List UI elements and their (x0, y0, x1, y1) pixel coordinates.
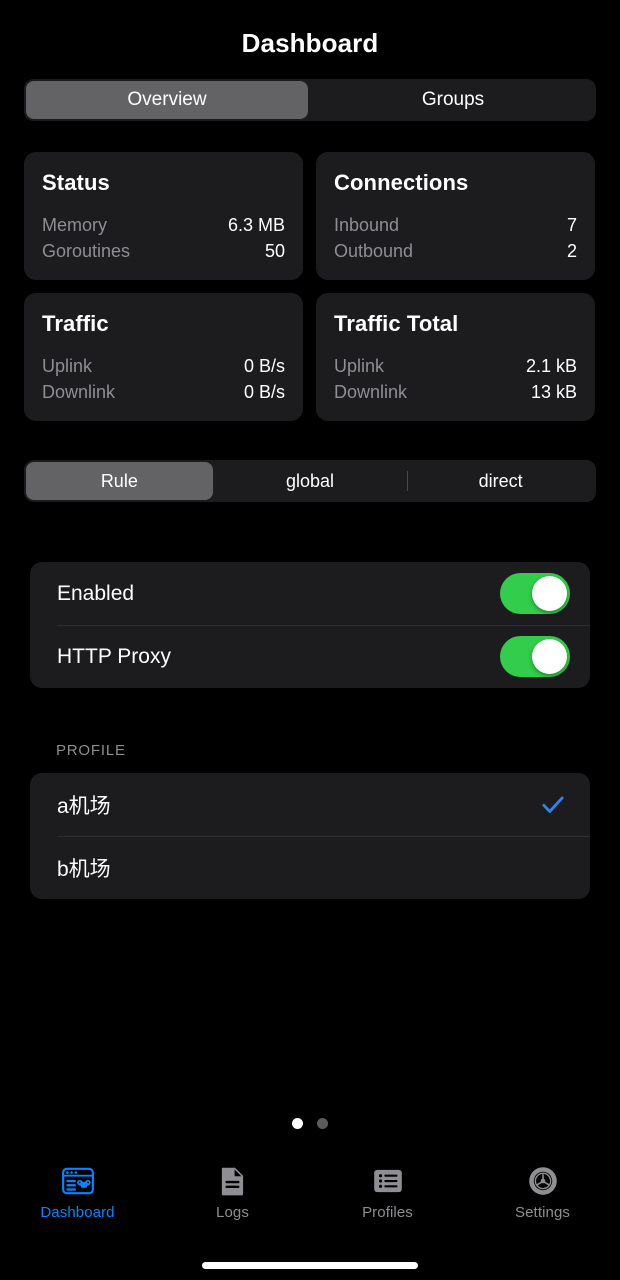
page-dot-1[interactable] (292, 1118, 303, 1129)
traffic-uplink-value: 0 B/s (243, 356, 285, 376)
proxy-mode-selector[interactable]: Rule global direct (24, 460, 596, 502)
traffic-total-uplink-key: Uplink (334, 356, 385, 376)
connections-card: Connections Inbound 7 Outbound 2 (316, 152, 595, 280)
profile-item-b-label: b机场 (57, 857, 111, 881)
home-indicator (202, 1262, 418, 1269)
traffic-total-uplink-row: Uplink 2.1 kB (334, 353, 577, 379)
status-memory-value: 6.3 MB (227, 215, 285, 235)
traffic-total-card: Traffic Total Uplink 2.1 kB Downlink 13 … (316, 293, 595, 421)
connections-outbound-value: 2 (566, 241, 577, 261)
traffic-total-card-title: Traffic Total (334, 311, 459, 336)
traffic-downlink-key: Downlink (42, 382, 116, 402)
tab-profiles[interactable]: Profiles (310, 1158, 465, 1238)
enabled-row[interactable]: Enabled (30, 562, 590, 625)
mode-direct-label: direct (478, 470, 523, 491)
tab-logs[interactable]: Logs (155, 1158, 310, 1238)
tab-dashboard[interactable]: Dashboard (0, 1158, 155, 1238)
traffic-uplink-row: Uplink 0 B/s (42, 353, 285, 379)
app-screen: Dashboard Overview Groups Status Memory … (0, 0, 620, 1280)
status-card: Status Memory 6.3 MB Goroutines 50 (24, 152, 303, 280)
http-proxy-switch[interactable] (500, 636, 570, 677)
profile-item-b[interactable]: b机场 (30, 836, 590, 899)
page-title: Dashboard (241, 28, 379, 58)
status-memory-row: Memory 6.3 MB (42, 212, 285, 238)
status-goroutines-row: Goroutines 50 (42, 238, 285, 264)
mode-rule-label: Rule (100, 470, 138, 491)
traffic-uplink-key: Uplink (42, 356, 93, 376)
mode-direct[interactable]: direct (407, 462, 594, 500)
mode-global-label: global (285, 470, 335, 491)
enabled-switch-knob (532, 576, 567, 611)
tab-settings[interactable]: Settings (465, 1158, 620, 1238)
traffic-card: Traffic Uplink 0 B/s Downlink 0 B/s (24, 293, 303, 421)
http-proxy-row[interactable]: HTTP Proxy (30, 625, 590, 688)
settings-toggle-group: Enabled HTTP Proxy (30, 562, 590, 688)
connections-card-title: Connections (334, 170, 469, 195)
stat-card-grid: Status Memory 6.3 MB Goroutines 50 Conne… (24, 152, 596, 421)
connections-outbound-key: Outbound (334, 241, 414, 261)
connections-inbound-key: Inbound (334, 215, 400, 235)
profile-section-header: PROFILE (56, 742, 126, 759)
connections-inbound-value: 7 (566, 215, 577, 235)
checkmark-icon (542, 796, 564, 813)
tab-settings-label: Settings (515, 1204, 570, 1221)
page-indicator[interactable] (0, 1118, 620, 1129)
document-icon (221, 1167, 243, 1196)
tab-overview-label: Overview (127, 89, 207, 110)
enabled-switch[interactable] (500, 573, 570, 614)
connections-inbound-row: Inbound 7 (334, 212, 577, 238)
status-memory-key: Memory (42, 215, 108, 235)
http-proxy-switch-knob (532, 639, 567, 674)
profile-item-a[interactable]: a机场 (30, 773, 590, 836)
tab-dashboard-label: Dashboard (40, 1204, 115, 1221)
traffic-downlink-value: 0 B/s (243, 382, 285, 402)
profile-item-a-label: a机场 (57, 794, 111, 818)
traffic-total-downlink-key: Downlink (334, 382, 408, 402)
dashboard-window-icon (61, 1167, 94, 1195)
top-tab-switcher[interactable]: Overview Groups (24, 79, 596, 121)
page-dot-2[interactable] (317, 1118, 328, 1129)
enabled-label: Enabled (57, 581, 135, 605)
traffic-total-downlink-value: 13 kB (530, 382, 577, 402)
connections-outbound-row: Outbound 2 (334, 238, 577, 264)
traffic-total-uplink-value: 2.1 kB (525, 356, 577, 376)
gear-icon (528, 1167, 557, 1195)
mode-global[interactable]: global (217, 462, 404, 500)
status-goroutines-value: 50 (264, 241, 285, 261)
mode-rule[interactable]: Rule (26, 462, 213, 500)
traffic-downlink-row: Downlink 0 B/s (42, 379, 285, 405)
status-goroutines-key: Goroutines (42, 241, 131, 261)
tab-logs-label: Logs (216, 1204, 249, 1221)
list-icon (373, 1169, 402, 1193)
traffic-total-downlink-row: Downlink 13 kB (334, 379, 577, 405)
tab-overview[interactable]: Overview (26, 81, 308, 119)
tab-groups[interactable]: Groups (312, 81, 594, 119)
tab-groups-label: Groups (421, 89, 485, 110)
status-card-title: Status (42, 170, 110, 195)
http-proxy-label: HTTP Proxy (57, 644, 171, 668)
traffic-card-title: Traffic (42, 311, 109, 336)
bottom-tab-bar: Dashboard Logs Profiles Settings (0, 1158, 620, 1238)
tab-profiles-label: Profiles (362, 1204, 413, 1221)
profile-list: a机场 b机场 (30, 773, 590, 899)
